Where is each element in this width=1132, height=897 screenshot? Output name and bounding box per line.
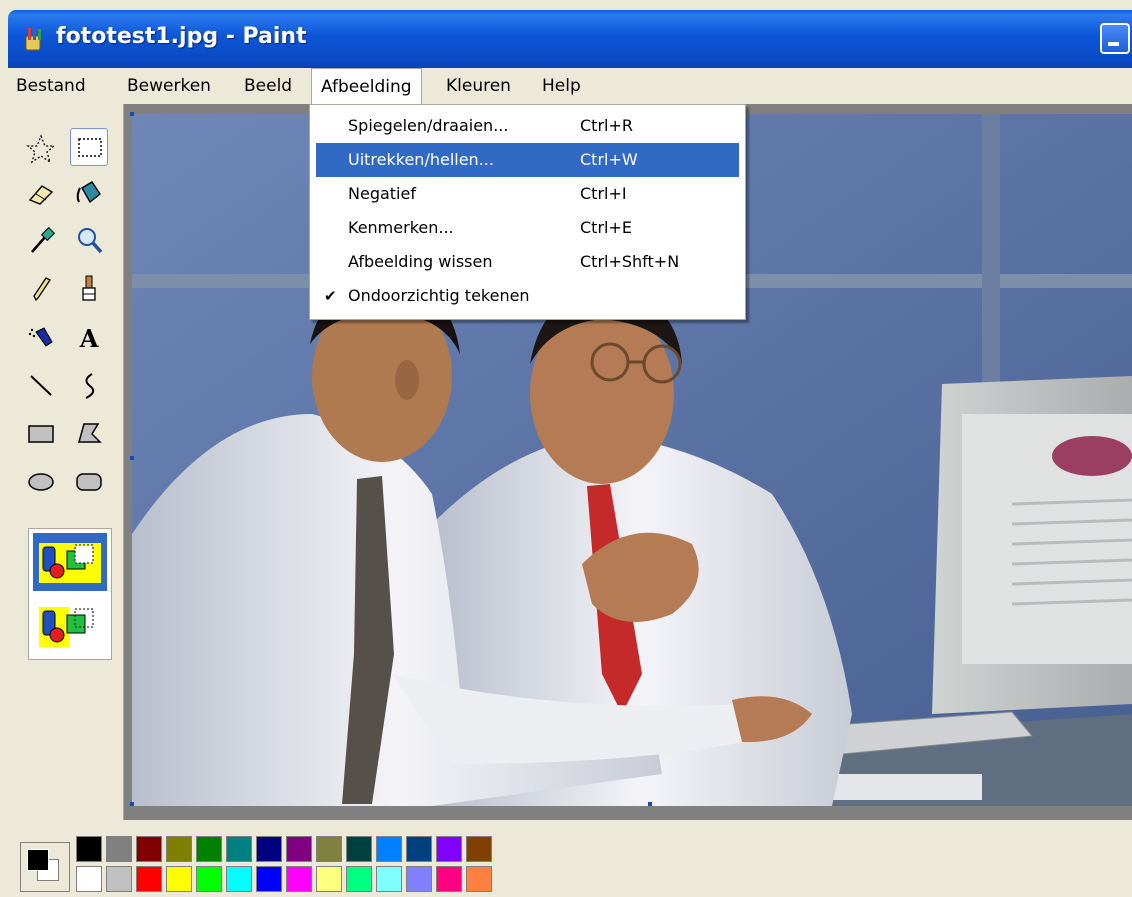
resize-handle[interactable] [130, 456, 134, 460]
menu-item-uitrekken-hellen[interactable]: Uitrekken/hellen... Ctrl+W [316, 143, 739, 177]
color-swatch[interactable] [136, 836, 162, 862]
menu-item-label: Uitrekken/hellen... [348, 150, 494, 169]
color-swatch[interactable] [166, 866, 192, 892]
color-swatch[interactable] [76, 836, 102, 862]
color-swatch[interactable] [106, 836, 132, 862]
pencil-icon[interactable] [22, 270, 60, 308]
menu-bar: Bestand Bewerken Beeld Afbeelding Kleure… [8, 68, 1132, 104]
color-palette-bar [8, 820, 1132, 897]
brush-icon[interactable] [70, 270, 108, 308]
line-icon[interactable] [22, 366, 60, 404]
ellipse-icon[interactable] [22, 462, 60, 500]
color-swatch[interactable] [406, 866, 432, 892]
menu-bestand[interactable]: Bestand [16, 68, 86, 104]
menu-item-spiegelen-draaien[interactable]: Spiegelen/draaien... Ctrl+R [316, 109, 739, 143]
menu-beeld[interactable]: Beeld [244, 68, 292, 104]
menu-item-negatief[interactable]: Negatief Ctrl+I [316, 177, 739, 211]
airbrush-icon[interactable] [22, 318, 60, 356]
toolbox: A [8, 104, 124, 820]
color-swatch[interactable] [256, 866, 282, 892]
foreground-color-swatch[interactable] [27, 849, 49, 871]
paint-app-icon[interactable] [20, 24, 50, 54]
pick-color-icon[interactable] [22, 222, 60, 260]
menu-item-label: Spiegelen/draaien... [348, 116, 509, 135]
color-swatch[interactable] [166, 836, 192, 862]
color-swatch[interactable] [76, 866, 102, 892]
color-swatch[interactable] [256, 836, 282, 862]
color-swatch[interactable] [136, 866, 162, 892]
text-tool-glyph: A [79, 324, 99, 353]
fill-icon[interactable] [70, 174, 108, 212]
menu-item-shortcut: Ctrl+W [580, 150, 638, 169]
menu-kleuren[interactable]: Kleuren [446, 68, 511, 104]
free-form-select-icon[interactable] [22, 130, 60, 168]
resize-handle[interactable] [130, 112, 134, 116]
color-swatch[interactable] [466, 836, 492, 862]
color-swatch[interactable] [316, 836, 342, 862]
menu-help[interactable]: Help [542, 68, 581, 104]
color-swatch[interactable] [316, 866, 342, 892]
color-swatch[interactable] [436, 836, 462, 862]
afbeelding-dropdown-menu: Spiegelen/draaien... Ctrl+R Uitrekken/he… [309, 104, 746, 320]
color-swatch[interactable] [466, 866, 492, 892]
color-swatch[interactable] [286, 866, 312, 892]
menu-item-label: Ondoorzichtig tekenen [348, 286, 530, 305]
color-swatch[interactable] [376, 866, 402, 892]
menu-item-ondoorzichtig-tekenen[interactable]: ✔ Ondoorzichtig tekenen [316, 279, 739, 313]
tool-options-box [28, 528, 112, 660]
minimize-button[interactable] [1100, 23, 1130, 54]
color-swatch[interactable] [346, 866, 372, 892]
menu-item-shortcut: Ctrl+Shft+N [580, 252, 680, 271]
title-bar[interactable]: fototest1.jpg - Paint [8, 10, 1132, 68]
curve-icon[interactable] [70, 366, 108, 404]
checkmark-icon: ✔ [324, 287, 337, 305]
current-colors-indicator[interactable] [20, 842, 70, 892]
window-title: fototest1.jpg - Paint [56, 24, 307, 49]
menu-item-label: Negatief [348, 184, 416, 203]
menu-item-shortcut: Ctrl+E [580, 218, 632, 237]
polygon-icon[interactable] [70, 414, 108, 452]
transparent-option-icon[interactable] [33, 597, 107, 655]
menu-item-shortcut: Ctrl+R [580, 116, 633, 135]
menu-item-label: Afbeelding wissen [348, 252, 493, 271]
color-swatch[interactable] [196, 866, 222, 892]
color-swatch[interactable] [436, 866, 462, 892]
rectangle-icon[interactable] [22, 414, 60, 452]
color-swatch[interactable] [226, 836, 252, 862]
color-swatch[interactable] [376, 836, 402, 862]
menu-item-shortcut: Ctrl+I [580, 184, 627, 203]
color-swatch[interactable] [226, 866, 252, 892]
color-swatch[interactable] [106, 866, 132, 892]
text-icon[interactable]: A [70, 318, 108, 356]
menu-item-label: Kenmerken... [348, 218, 454, 237]
rect-select-icon[interactable] [70, 128, 108, 166]
magnifier-icon[interactable] [70, 222, 108, 260]
menu-item-afbeelding-wissen[interactable]: Afbeelding wissen Ctrl+Shft+N [316, 245, 739, 279]
color-swatch[interactable] [406, 836, 432, 862]
color-swatch[interactable] [196, 836, 222, 862]
color-swatch[interactable] [286, 836, 312, 862]
resize-handle[interactable] [648, 802, 652, 806]
menu-item-kenmerken[interactable]: Kenmerken... Ctrl+E [316, 211, 739, 245]
rounded-rect-icon[interactable] [70, 462, 108, 500]
color-swatch[interactable] [346, 836, 372, 862]
menu-afbeelding[interactable]: Afbeelding [311, 68, 422, 104]
resize-handle[interactable] [130, 802, 134, 806]
opaque-option-icon[interactable] [33, 533, 107, 591]
menu-bewerken[interactable]: Bewerken [127, 68, 211, 104]
eraser-icon[interactable] [22, 174, 60, 212]
